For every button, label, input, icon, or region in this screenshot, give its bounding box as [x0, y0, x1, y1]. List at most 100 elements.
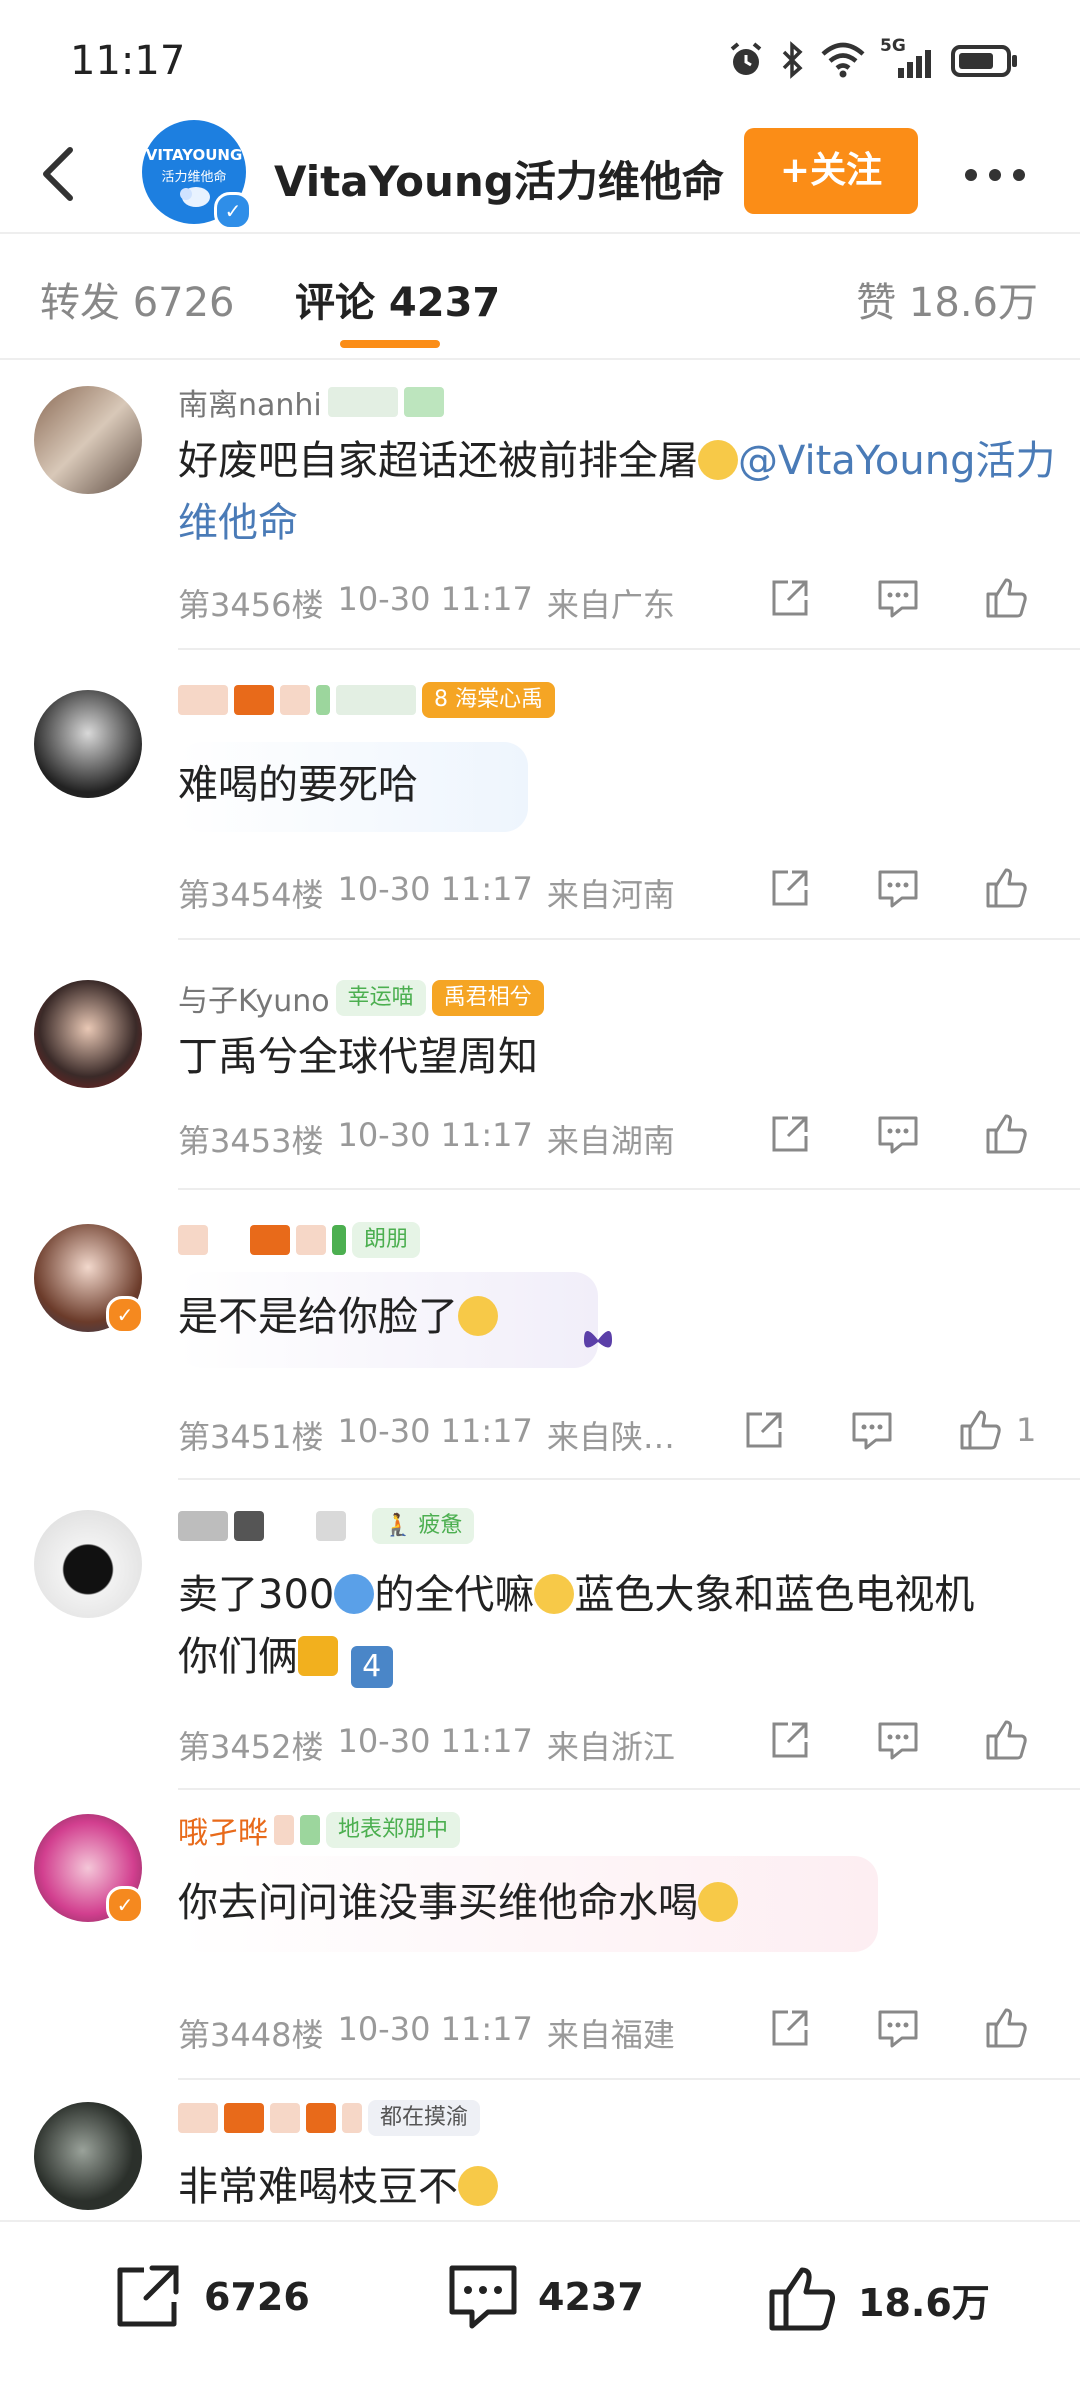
crying-face-icon: [698, 440, 738, 480]
user-avatar[interactable]: [34, 980, 142, 1088]
comment-item: 🧎 疲惫 卖了300 的全代嘛 蓝色大象和蓝色电视机 你们俩 4 第3452楼 10…: [0, 1480, 1080, 1790]
username[interactable]: 南离nanhi: [178, 382, 444, 423]
comment-count: 4237: [538, 2275, 644, 2319]
share-icon[interactable]: [766, 864, 814, 912]
username[interactable]: 都在摸渝: [178, 2098, 481, 2138]
floor-number: 第3451楼: [178, 1418, 324, 1456]
comment-meta: 第3456楼 10-30 11:17 来自广东: [178, 580, 675, 626]
username[interactable]: 哦孑晔 地表郑朋中: [178, 1810, 461, 1851]
username-text: 与子Kyuno: [178, 984, 330, 1019]
comment-item: 都在摸渝 非常难喝枝豆不: [0, 2080, 1080, 2220]
floor-number: 第3452楼: [178, 1728, 324, 1766]
elephant-icon: [180, 187, 210, 207]
more-icon[interactable]: [965, 160, 1035, 190]
top-nav: VITAYOUNG 活力维他命 ✓ VitaYoung活力维他命 +关注: [0, 120, 1080, 230]
fan-badge: 幸运喵: [335, 980, 426, 1016]
tab-like[interactable]: 赞 18.6万: [856, 270, 1038, 328]
wifi-icon: [821, 42, 865, 78]
speechless-face-icon: [458, 2166, 498, 2206]
badge-level: 8: [434, 687, 448, 712]
comment-location: 来自湖南: [546, 1122, 675, 1160]
comment-text: 非常难喝枝豆不: [178, 2156, 1058, 2218]
reply-icon[interactable]: [874, 1716, 922, 1764]
like-button[interactable]: 18.6万: [766, 2262, 990, 2336]
user-avatar[interactable]: ✓: [34, 1814, 144, 1924]
comment-time: 10-30 11:17: [337, 580, 533, 618]
brand-logo-text: VITAYOUNG: [145, 146, 243, 164]
comment-item: ✓ 哦孑晔 地表郑朋中 你去问问谁没事买维他命水喝 第3448楼 10-30 1…: [0, 1790, 1080, 2080]
tab-repost[interactable]: 转发 6726: [40, 270, 235, 328]
tab-comment[interactable]: 评论 4237: [295, 270, 500, 328]
comment-text: 好废吧自家超话还被前排全屠 @VitaYoung活力维他命: [178, 438, 1056, 546]
divider: [0, 358, 1080, 360]
battery-icon: [951, 45, 1017, 77]
comment-icon: [449, 2265, 517, 2329]
username[interactable]: 🧎 疲惫: [178, 1506, 475, 1546]
verified-badge-icon: ✓: [106, 1886, 144, 1924]
comment-time: 10-30 11:17: [337, 1722, 533, 1760]
brand-logo-subtext: 活力维他命: [161, 170, 227, 185]
keycap-four-icon: 4: [350, 1646, 393, 1688]
thumbs-up-icon[interactable]: [982, 1716, 1030, 1764]
comment-time: 10-30 11:17: [337, 2010, 533, 2048]
fan-badge: 8 海棠心禹: [422, 682, 556, 718]
username[interactable]: 朗朋: [178, 1220, 421, 1260]
username[interactable]: 8 海棠心禹: [178, 680, 556, 720]
user-avatar[interactable]: [34, 2102, 142, 2210]
smiling-face-icon: [534, 1574, 575, 1614]
comment-meta: 第3452楼 10-30 11:17 来自浙江: [178, 1722, 675, 1768]
comment-item: 与子Kyuno 幸运喵 禹君相兮 丁禹兮全球代望周知 第3453楼 10-30 …: [0, 940, 1080, 1190]
thumbs-up-icon[interactable]: [982, 1110, 1030, 1158]
comment-location: 来自陕…: [546, 1418, 675, 1456]
status-time: 11:17: [70, 38, 186, 84]
like-button[interactable]: 1: [956, 1406, 1036, 1454]
repost-button[interactable]: 6726: [112, 2262, 310, 2332]
fan-badge: 朗朋: [352, 1222, 421, 1258]
user-avatar[interactable]: ✓: [34, 1224, 144, 1334]
thumbs-up-icon[interactable]: [982, 574, 1030, 622]
share-icon[interactable]: [740, 1406, 788, 1454]
comment-item: ✓ 朗朋 是不是给你脸了 第3451楼 10-30 11:17 来自陕… 1: [0, 1190, 1080, 1480]
reply-icon[interactable]: [874, 1110, 922, 1158]
bowl-icon: [334, 1574, 375, 1614]
comment-button[interactable]: 4237: [446, 2262, 644, 2332]
comment-item: 南离nanhi 好废吧自家超话还被前排全屠 @VitaYoung活力维他命 第34…: [0, 370, 1080, 650]
fan-badge: 禹君相兮: [431, 980, 544, 1016]
sleepy-face-icon: [698, 1882, 738, 1922]
user-avatar[interactable]: [34, 1510, 142, 1618]
username[interactable]: 与子Kyuno 幸运喵 禹君相兮: [178, 978, 544, 1019]
user-avatar[interactable]: [34, 690, 142, 798]
reply-icon[interactable]: [848, 1406, 896, 1454]
comment-location: 来自福建: [546, 2016, 675, 2054]
user-avatar[interactable]: [34, 386, 142, 494]
comment-actions: [766, 2004, 1030, 2052]
username-text: 哦孑晔: [178, 1816, 268, 1851]
fan-badge: 🧎 疲惫: [372, 1508, 475, 1544]
verified-badge-icon: ✓: [106, 1296, 144, 1334]
floor-number: 第3448楼: [178, 2016, 324, 2054]
comment-time: 10-30 11:17: [337, 870, 533, 908]
active-tab-indicator: [340, 340, 440, 348]
account-name[interactable]: VitaYoung活力维他命: [274, 148, 724, 209]
thumbs-up-icon[interactable]: [982, 864, 1030, 912]
brand-avatar[interactable]: VITAYOUNG 活力维他命 ✓: [142, 120, 252, 230]
share-icon[interactable]: [766, 1110, 814, 1158]
share-icon[interactable]: [766, 1716, 814, 1764]
thumbs-up-icon: [769, 2267, 835, 2331]
comment-meta: 第3448楼 10-30 11:17 来自福建: [178, 2010, 675, 2056]
comment-meta: 第3454楼 10-30 11:17 来自河南: [178, 870, 675, 916]
comment-text: 卖了300 的全代嘛 蓝色大象和蓝色电视机 你们俩 4: [178, 1564, 1058, 1688]
network-type: 5G: [880, 36, 906, 56]
reply-icon[interactable]: [874, 2004, 922, 2052]
follow-button[interactable]: +关注: [744, 128, 918, 214]
reply-icon[interactable]: [874, 574, 922, 622]
share-icon[interactable]: [766, 574, 814, 622]
share-icon[interactable]: [766, 2004, 814, 2052]
thumbs-up-icon: [960, 1410, 1001, 1450]
reply-icon[interactable]: [874, 864, 922, 912]
back-arrow-icon[interactable]: [30, 142, 90, 206]
comment-actions: [766, 574, 1030, 622]
comment-time: 10-30 11:17: [337, 1412, 533, 1450]
thumbs-up-icon[interactable]: [982, 2004, 1030, 2052]
comment-item: 8 海棠心禹 难喝的要死哈 第3454楼 10-30 11:17 来自河南: [0, 650, 1080, 940]
